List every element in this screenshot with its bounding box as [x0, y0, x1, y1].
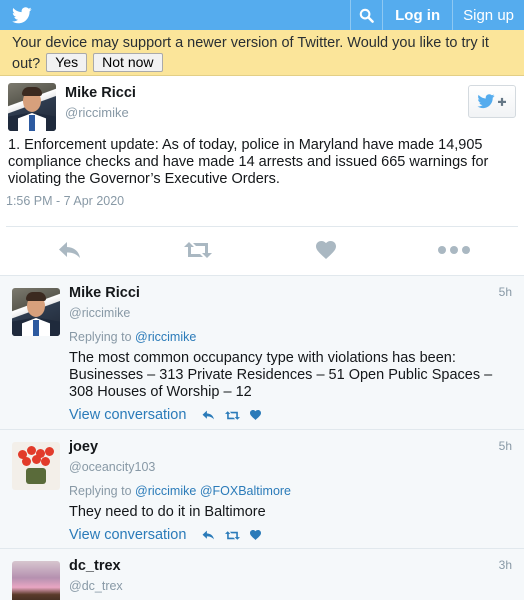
author-handle[interactable]: @riccimike: [65, 105, 136, 120]
mention-link[interactable]: @FOXBaltimore: [200, 484, 291, 498]
signup-button[interactable]: Sign up: [452, 0, 524, 30]
tweet-text: 1. Enforcement update: As of today, poli…: [8, 137, 489, 187]
reply-text: The most common occupancy type with viol…: [69, 350, 493, 400]
reply-author-handle[interactable]: @dc_trex: [69, 579, 512, 593]
follow-button[interactable]: [468, 85, 516, 118]
reply-author-name[interactable]: Mike Ricci: [69, 276, 512, 301]
twitter-logo-icon[interactable]: [0, 0, 44, 30]
reply-author-handle[interactable]: @oceancity103: [69, 460, 512, 474]
reply-item[interactable]: 5h joey @oceancity103 Replying to @ricci…: [0, 430, 524, 549]
retweet-icon[interactable]: [225, 530, 241, 541]
tweet-actions: [6, 226, 518, 272]
reply-footer: View conversation: [69, 406, 512, 424]
reply-body: dc_trex @dc_trex: [69, 549, 524, 593]
main-tweet: Mike Ricci @riccimike 1. Enforcement upd…: [0, 76, 524, 276]
reply-time[interactable]: 3h: [499, 558, 512, 572]
top-nav-bar: Log in Sign up: [0, 0, 524, 30]
avatar[interactable]: [12, 561, 60, 600]
login-button[interactable]: Log in: [382, 0, 452, 30]
follow-bird-plus-icon: [477, 93, 506, 108]
reply-footer: View conversation: [69, 526, 512, 544]
retweet-icon[interactable]: [225, 410, 241, 421]
reply-time[interactable]: 5h: [499, 439, 512, 453]
reply-text: They need to do it in Baltimore: [69, 504, 266, 520]
reply-author-name[interactable]: joey: [69, 430, 512, 455]
replying-to-label: Replying to: [69, 330, 132, 344]
reply-author-handle[interactable]: @riccimike: [69, 306, 512, 320]
reply-icon[interactable]: [202, 410, 215, 420]
reply-icon[interactable]: [50, 235, 90, 265]
upgrade-banner: Your device may support a newer version …: [0, 30, 524, 76]
reply-item[interactable]: 3h dc_trex @dc_trex: [0, 549, 524, 600]
like-heart-icon[interactable]: [250, 410, 262, 420]
tweet-timestamp[interactable]: 1:56 PM - 7 Apr 2020: [0, 194, 524, 208]
mention-link[interactable]: @riccimike: [135, 330, 196, 344]
avatar[interactable]: [12, 288, 60, 336]
reply-body: Mike Ricci @riccimike Replying to @ricci…: [69, 276, 524, 424]
view-conversation-link[interactable]: View conversation: [69, 407, 186, 423]
reply-time[interactable]: 5h: [499, 285, 512, 299]
avatar[interactable]: [8, 83, 56, 131]
retweet-icon[interactable]: [178, 235, 218, 265]
like-heart-icon[interactable]: [250, 530, 262, 540]
search-icon[interactable]: [350, 0, 382, 30]
reply-item[interactable]: 5h Mike Ricci @riccimike Replying to @ri…: [0, 276, 524, 430]
replying-to: Replying to @riccimike @FOXBaltimore: [69, 484, 512, 498]
avatar[interactable]: [12, 442, 60, 490]
reply-body: joey @oceancity103 Replying to @riccimik…: [69, 430, 524, 544]
page: Log in Sign up Your device may support a…: [0, 0, 524, 600]
like-heart-icon[interactable]: [306, 235, 346, 265]
author-info: Mike Ricci @riccimike: [65, 83, 136, 134]
top-nav-actions: Log in Sign up: [350, 0, 524, 30]
mention-link[interactable]: @riccimike: [135, 484, 196, 498]
replying-to-label: Replying to: [69, 484, 132, 498]
banner-not-now-button[interactable]: Not now: [93, 53, 163, 72]
banner-yes-button[interactable]: Yes: [46, 53, 88, 72]
reply-icon[interactable]: [202, 530, 215, 540]
more-icon[interactable]: [434, 235, 474, 265]
author-name[interactable]: Mike Ricci: [65, 85, 136, 101]
replying-to: Replying to @riccimike: [69, 330, 512, 344]
main-tweet-header: Mike Ricci @riccimike: [0, 76, 524, 134]
view-conversation-link[interactable]: View conversation: [69, 527, 186, 543]
reply-author-name[interactable]: dc_trex: [69, 549, 512, 574]
